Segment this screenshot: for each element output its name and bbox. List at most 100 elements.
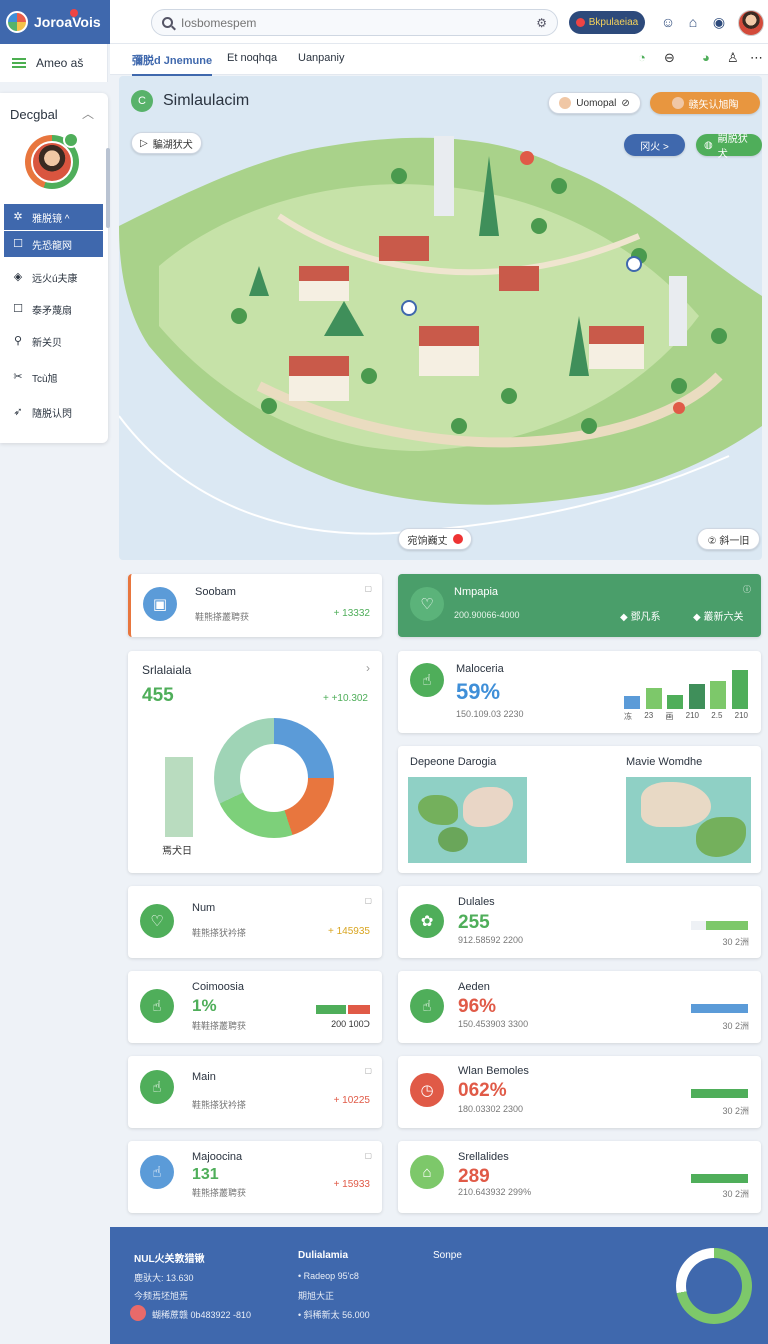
tab-1[interactable]: Et noqhqa: [227, 52, 277, 64]
bottom-right-chip-label: ② 斜一旧: [707, 535, 750, 547]
soobam-card[interactable]: ▣ Soobam 鞋熊搽叢聘获 + 13332 ▢: [128, 574, 382, 637]
info-icon[interactable]: ⓘ: [743, 584, 751, 595]
minus-circle-icon[interactable]: ⊖: [664, 50, 675, 66]
sidebar-item-1[interactable]: ☐ 先恐龍网: [4, 231, 103, 257]
chevron-up-icon[interactable]: ︿: [82, 105, 94, 122]
app-logo-icon: [6, 11, 28, 33]
next-chip[interactable]: 冈火 >: [624, 134, 685, 156]
nmpapia-card[interactable]: ♡ Nmpapia 200.90066-4000 ◆ 鄧凡系 ◆ 叢新六关 ⓘ: [398, 574, 761, 637]
card-sub: 鞋熊搽犾衿搽: [192, 928, 247, 938]
clock-icon: ◷: [410, 1073, 444, 1107]
sidebar-item-label: 先恐龍网: [32, 240, 72, 252]
world-map-thumb[interactable]: [408, 777, 527, 863]
sidebar-item-6[interactable]: ➶ 隨脱认閃: [4, 399, 103, 425]
map-play-button[interactable]: ▷ 騙湖犾犬: [131, 132, 202, 154]
card-sub: 912.58592 2200: [458, 935, 524, 945]
orange-chip-label: 赣矢认旭陶: [688, 99, 739, 111]
sidebar-item-2[interactable]: ◈ 远火ú夫康: [4, 264, 103, 290]
green-chip[interactable]: ◍ 嗣脱犾犬: [696, 134, 762, 160]
user-icon[interactable]: ♙: [727, 50, 739, 66]
bar: [732, 670, 748, 709]
card-big-value: 59%: [456, 679, 501, 704]
simulation-icon: C: [131, 90, 153, 112]
sidebar-item-label: Tcù旭: [32, 373, 58, 385]
sidebar-header[interactable]: Ameo aš: [0, 44, 108, 82]
srelal-card[interactable]: ⌂ Srellalides 289 210.643932 299% 30 2洲: [398, 1141, 761, 1213]
bar: [689, 684, 705, 709]
main-card[interactable]: ☝ Main 鞋熊搽犾衿搽 + 10225 ▢: [128, 1056, 382, 1128]
square-icon: ☐: [13, 238, 23, 250]
map-header: C Simlaulacim: [131, 90, 249, 112]
card-title: Aeden: [458, 981, 490, 993]
dulales-card[interactable]: ✿ Dulales 255 912.58592 2200 30 2洲: [398, 886, 761, 958]
card-big-value: 455: [142, 685, 174, 706]
card-sub: 鞋鞋搽叢聘获: [192, 1021, 247, 1031]
corner-icon[interactable]: ▢: [364, 1151, 372, 1160]
card-big-value: 289: [458, 1166, 490, 1187]
bar: [667, 695, 683, 709]
num-card[interactable]: ♡ Num 鞋熊搽犾衿搽 + 145935 ▢: [128, 886, 382, 958]
filter-icon[interactable]: ⚙: [536, 16, 547, 30]
heart-icon: ♡: [410, 587, 444, 621]
tab-2[interactable]: Uanpaniy: [298, 52, 344, 64]
americas-map-thumb[interactable]: [626, 777, 751, 863]
wlan-card[interactable]: ◷ Wlan Bemoles 062% 180.03302 2300 30 2洲: [398, 1056, 761, 1128]
search-input[interactable]: [181, 15, 529, 30]
map-right-title: Mavie Womdhe: [626, 756, 703, 768]
corner-icon[interactable]: ▢: [364, 896, 372, 905]
orange-chip[interactable]: 赣矢认旭陶: [650, 92, 760, 114]
profile-avatar[interactable]: [25, 132, 79, 189]
sidebar-item-4[interactable]: ⚲ 新关贝: [4, 328, 103, 354]
card-big-value: 96%: [458, 996, 497, 1017]
card-sub: 150.109.03 2230: [456, 709, 524, 719]
header-action-button[interactable]: Bkpulaeiaa: [569, 11, 645, 34]
chevron-right-icon[interactable]: ›: [366, 661, 370, 675]
sidebar-item-3[interactable]: ☐ 泰矛蔑扇: [4, 296, 103, 322]
sidebar-scrollbar[interactable]: [106, 148, 110, 228]
thumbs-up-icon: ☝: [410, 989, 444, 1023]
globe-icon[interactable]: ☺: [659, 13, 677, 31]
sidebar-item-0[interactable]: ✲ 雅脱镜 ^: [4, 204, 103, 230]
coimosia-card[interactable]: ☝ Coimoosia 1% 鞋鞋搽叢聘获 200 100Ↄ: [128, 971, 382, 1043]
shield-icon: ◈: [13, 271, 23, 283]
bar: [710, 681, 726, 709]
info-icon[interactable]: ◉: [710, 13, 728, 31]
user-avatar[interactable]: [738, 10, 764, 36]
progress-label: 30 2洲: [722, 937, 749, 947]
search-bar[interactable]: ⚙: [151, 9, 558, 36]
progress-bar: [691, 1089, 748, 1098]
menu-icon[interactable]: [12, 58, 26, 68]
sync-icon[interactable]: ◕: [702, 50, 710, 65]
sidebar-item-label: 远火ú夫康: [32, 273, 78, 285]
card-sub: 200.90066-4000: [454, 610, 520, 620]
home-icon[interactable]: ⌂: [684, 13, 702, 31]
search-icon: ⚲: [13, 335, 23, 347]
corner-icon[interactable]: ▢: [364, 584, 372, 593]
card-title: Coimoosia: [192, 981, 244, 993]
simulation-map[interactable]: C Simlaulacim ▷ 騙湖犾犬 Uomopal ⊘ 赣矢认旭陶 冈火 …: [119, 76, 762, 560]
heart-shield-icon: ♡: [140, 904, 174, 938]
more-icon[interactable]: ⋯: [750, 50, 763, 66]
bottom-chip[interactable]: 宛饷巍丈: [398, 528, 472, 550]
tab-0[interactable]: 彌脱d Jnemune: [132, 52, 213, 76]
refresh-icon[interactable]: ◔: [638, 50, 646, 65]
user-chip[interactable]: Uomopal ⊘: [548, 92, 641, 114]
card-sub: 210.643932 299%: [458, 1187, 532, 1197]
aeden-card[interactable]: ☝ Aeden 96% 150.453903 3300 30 2洲: [398, 971, 761, 1043]
sidebar-item-5[interactable]: ✂ Tcù旭: [4, 364, 103, 390]
map-left-title: Depeone Darogia: [410, 756, 497, 768]
footer-col1-line3: 蝴稀蔗赣 0b483922 -810: [152, 1310, 252, 1320]
bottom-right-chip[interactable]: ② 斜一旧: [697, 528, 760, 550]
card-title: Majoocina: [192, 1151, 243, 1163]
notification-dot-icon: [70, 9, 78, 17]
malocria-card[interactable]: ☝ Maloceria 59% 150.109.03 2230 冻 23 画 2…: [398, 651, 761, 733]
maps-card[interactable]: Depeone Darogia Mavie Womdhe: [398, 746, 761, 873]
sidebar-item-label: 雅脱镜 ^: [32, 213, 70, 225]
footer-badge-icon: [130, 1305, 146, 1321]
bar-label: 23: [644, 711, 654, 720]
majo-card[interactable]: ☝ Majoocina 131 鞋熊搽叢聘获 + 15933 ▢: [128, 1141, 382, 1213]
footer: NUL火关敦猎锹 鹿驮大: 13.630 今频焉坯旭焉 蝴稀蔗赣 0b48392…: [110, 1227, 768, 1344]
corner-icon[interactable]: ▢: [364, 1066, 372, 1075]
stats-card[interactable]: Srlalaiala › 455 + +10.302 焉犬日: [128, 651, 382, 873]
brand[interactable]: JoroaVois: [0, 0, 110, 44]
